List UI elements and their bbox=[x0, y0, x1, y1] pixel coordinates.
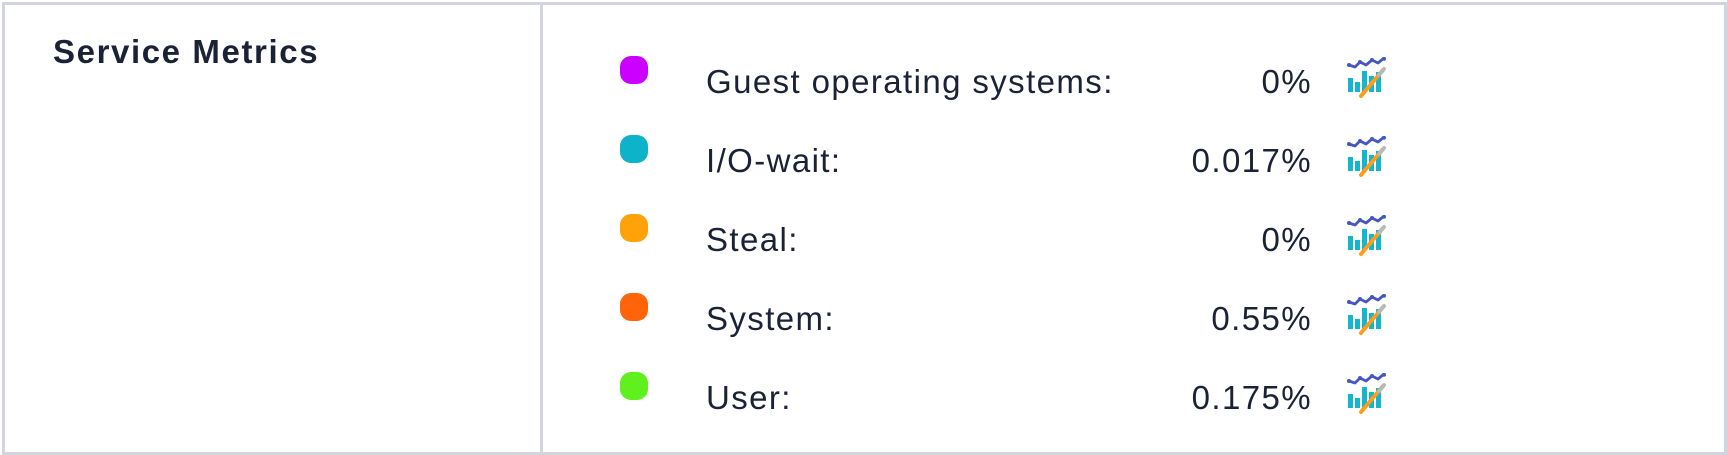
metric-value: 0.55% bbox=[1211, 300, 1312, 337]
metrics-list: Guest operating systems: 0% I/O-wait: 0.… bbox=[543, 5, 1724, 452]
metric-label: Steal: bbox=[706, 221, 799, 258]
metric-row-user: User: 0.175% bbox=[543, 367, 1724, 446]
metric-value: 0% bbox=[1261, 221, 1312, 258]
metric-row-guest-operating-systems: Guest operating systems: 0% bbox=[543, 51, 1724, 130]
metric-label: Guest operating systems: bbox=[706, 63, 1114, 100]
chart-icon[interactable] bbox=[1346, 136, 1388, 178]
color-dot bbox=[620, 214, 648, 242]
color-dot bbox=[620, 293, 648, 321]
metric-value: 0.175% bbox=[1191, 379, 1312, 416]
chart-edit-icon bbox=[1347, 294, 1386, 335]
metric-row-system: System: 0.55% bbox=[543, 288, 1724, 367]
color-dot bbox=[620, 135, 648, 163]
chart-edit-icon bbox=[1347, 57, 1386, 98]
chart-icon[interactable] bbox=[1346, 373, 1388, 415]
metric-value: 0% bbox=[1261, 63, 1312, 100]
chart-edit-icon bbox=[1347, 136, 1386, 177]
metric-label: User: bbox=[706, 379, 792, 416]
metric-row-steal: Steal: 0% bbox=[543, 209, 1724, 288]
chart-icon[interactable] bbox=[1346, 294, 1388, 336]
service-metrics-panel: Service Metrics Guest operating systems:… bbox=[2, 2, 1727, 455]
chart-edit-icon bbox=[1347, 373, 1386, 414]
chart-edit-icon bbox=[1347, 215, 1386, 256]
metric-label: I/O-wait: bbox=[706, 142, 842, 179]
metric-row-io-wait: I/O-wait: 0.017% bbox=[543, 130, 1724, 209]
chart-icon[interactable] bbox=[1346, 215, 1388, 257]
metric-label: System: bbox=[706, 300, 835, 337]
chart-icon[interactable] bbox=[1346, 57, 1388, 99]
color-dot bbox=[620, 372, 648, 400]
color-dot bbox=[620, 56, 648, 84]
metric-value: 0.017% bbox=[1191, 142, 1312, 179]
section-title: Service Metrics bbox=[53, 33, 320, 70]
